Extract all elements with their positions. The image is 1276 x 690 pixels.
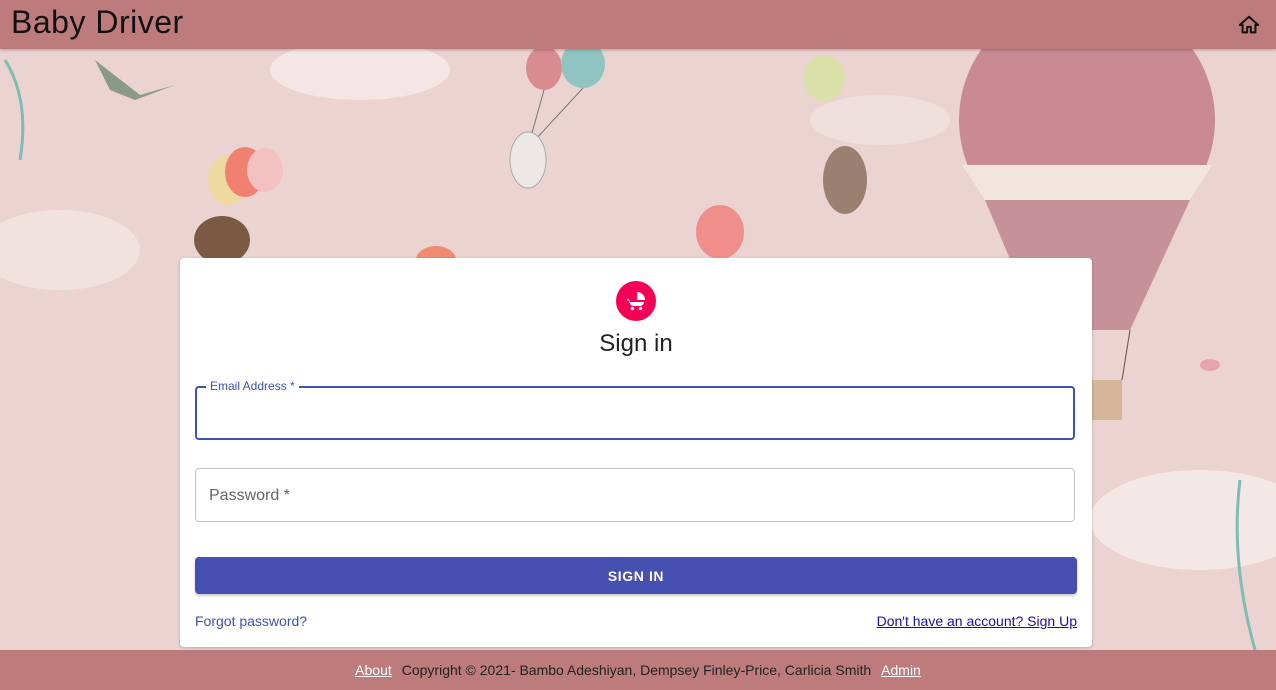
home-icon[interactable] (1238, 14, 1260, 36)
signin-card: Sign in Email Address * Password * SIGN … (180, 258, 1092, 647)
signin-heading: Sign in (599, 330, 673, 357)
password-field[interactable]: Password * (195, 468, 1075, 522)
password-input[interactable] (196, 469, 1074, 521)
avatar (616, 281, 656, 321)
about-link[interactable]: About (355, 662, 392, 678)
app-title: Baby Driver (11, 4, 184, 40)
footer: About Copyright © 2021- Bambo Adeshiyan,… (0, 650, 1276, 690)
forgot-password-link[interactable]: Forgot password? (195, 613, 307, 629)
email-input[interactable] (197, 388, 1073, 438)
email-field[interactable]: Email Address * (195, 379, 1075, 440)
signin-button[interactable]: SIGN IN (195, 557, 1077, 594)
app-bar: Baby Driver (0, 0, 1276, 49)
stroller-icon (627, 292, 645, 311)
signup-link[interactable]: Don't have an account? Sign Up (877, 613, 1077, 629)
admin-link[interactable]: Admin (881, 662, 921, 678)
copyright-text: Copyright © 2021- Bambo Adeshiyan, Demps… (401, 662, 872, 678)
